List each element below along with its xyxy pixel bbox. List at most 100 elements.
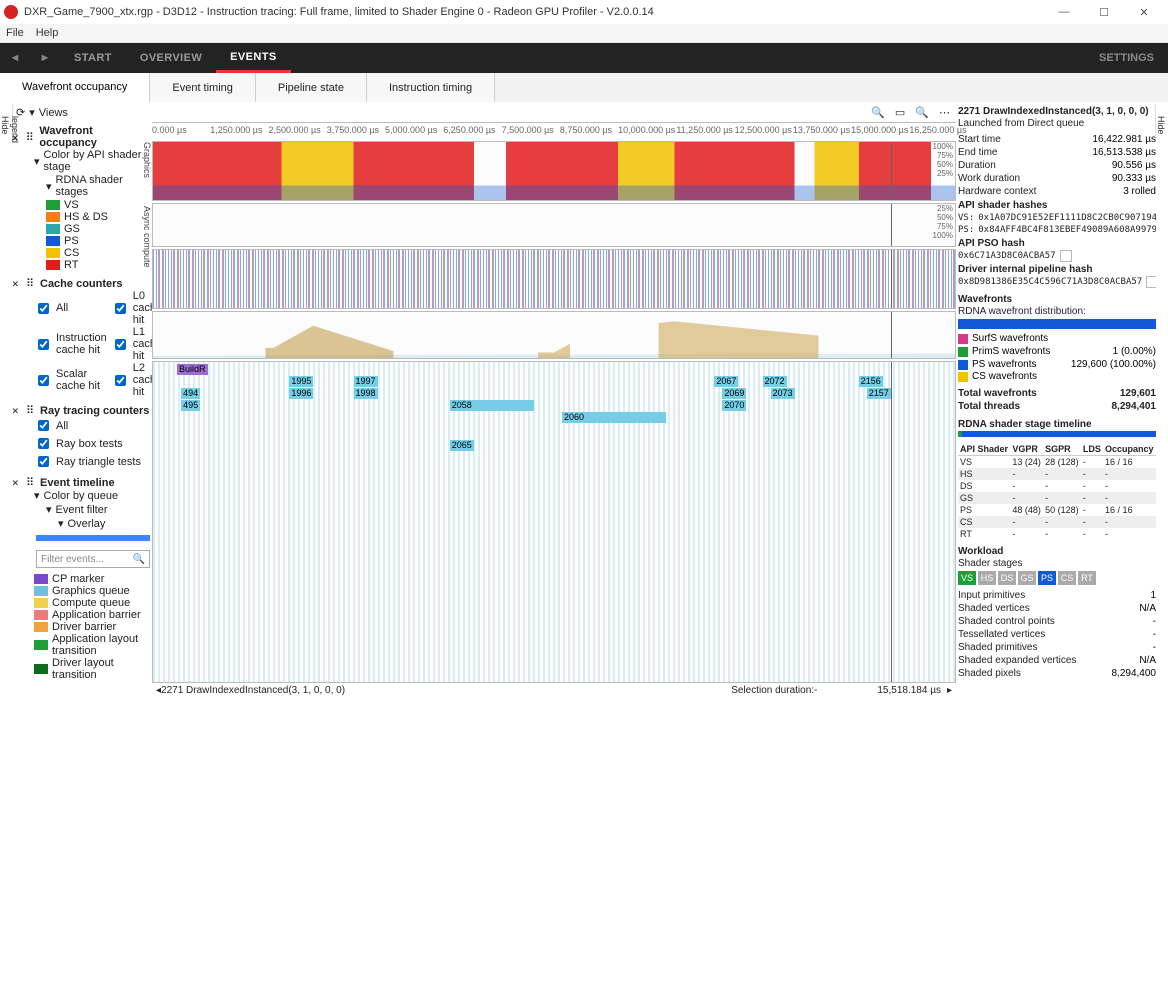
chevron-down-icon[interactable]: ▾	[34, 489, 40, 502]
event-id[interactable]: 2065	[450, 440, 474, 451]
status-time: 15,518.184 µs	[877, 685, 941, 699]
wl-val: -	[1153, 628, 1156, 641]
nav-settings[interactable]: SETTINGS	[1085, 43, 1168, 73]
occupancy-graphics-track[interactable]: 100%75%50%25%	[152, 141, 956, 201]
stage-badge[interactable]: GS	[1018, 571, 1036, 585]
drag-handle-icon[interactable]: ⠿	[26, 476, 36, 489]
close-section-icon[interactable]: ✕	[12, 404, 22, 417]
event-id[interactable]: 495	[181, 400, 200, 411]
cache-checkbox[interactable]	[38, 303, 49, 314]
cache-checkbox[interactable]	[115, 303, 126, 314]
stage-badge[interactable]: VS	[958, 571, 976, 585]
tot-key: Total wavefronts	[958, 387, 1037, 400]
event-id[interactable]: 2058	[450, 400, 534, 411]
event-id[interactable]: 2070	[722, 400, 746, 411]
tab-wavefront-occupancy[interactable]: Wavefront occupancy	[0, 73, 150, 103]
event-id[interactable]: 2156	[859, 376, 883, 387]
event-id[interactable]: 1998	[354, 388, 378, 399]
stage-swatch	[46, 212, 60, 222]
search-icon[interactable]: 🔍	[871, 106, 885, 119]
event-id[interactable]: 2073	[771, 388, 795, 399]
event-id[interactable]: 494	[181, 388, 200, 399]
ray-label: All	[56, 420, 68, 432]
wl-val: 8,294,400	[1112, 667, 1157, 680]
event-id[interactable]: 1996	[289, 388, 313, 399]
stage-badge[interactable]: HS	[978, 571, 996, 585]
event-filter[interactable]: Event filter	[56, 504, 108, 516]
ray-checkbox[interactable]	[38, 456, 49, 467]
drag-handle-icon[interactable]: ⠿	[26, 131, 36, 144]
cache-track[interactable]	[152, 249, 956, 309]
hash-val: 0x84AFF4BC4F813EBEF49089A608A99797	[978, 225, 1156, 235]
tab-instruction-timing[interactable]: Instruction timing	[367, 73, 495, 103]
minimize-button[interactable]: —	[1044, 1, 1084, 23]
timing-key: Work duration	[958, 172, 1020, 185]
close-button[interactable]: ✕	[1124, 1, 1164, 23]
ray-track[interactable]	[152, 311, 956, 359]
drag-handle-icon[interactable]: ⠿	[26, 404, 36, 417]
copy-icon[interactable]	[1060, 250, 1072, 262]
copy-icon[interactable]	[1146, 276, 1156, 288]
ray-checkbox[interactable]	[38, 438, 49, 449]
overlay[interactable]: Overlay	[68, 518, 106, 530]
cache-checkbox[interactable]	[38, 375, 49, 386]
menu-help[interactable]: Help	[36, 27, 59, 39]
nav-forward[interactable]: ►	[30, 43, 60, 73]
select-tool-icon[interactable]: ▭	[895, 106, 905, 119]
filter-events-input[interactable]: Filter events... 🔍	[36, 550, 150, 568]
cp-marker[interactable]: BuildR	[177, 364, 208, 375]
hash-key: VS:	[958, 213, 974, 223]
occupancy-async-track[interactable]: 25%50%75%100%	[152, 203, 956, 247]
nav-start[interactable]: START	[60, 43, 126, 73]
legend-swatch	[34, 664, 48, 674]
maximize-button[interactable]: ☐	[1084, 1, 1124, 23]
table-cell: -	[1103, 492, 1156, 504]
nav-events[interactable]: EVENTS	[216, 43, 290, 73]
views-dropdown-icon[interactable]: ▾	[29, 106, 35, 119]
chevron-down-icon[interactable]: ▾	[46, 503, 52, 516]
event-id[interactable]: 1997	[354, 376, 378, 387]
app-icon	[4, 5, 18, 19]
event-id[interactable]: 2157	[867, 388, 891, 399]
color-by-api[interactable]: Color by API shader stage	[44, 149, 152, 173]
tab-event-timing[interactable]: Event timing	[150, 73, 256, 103]
stage-badge[interactable]: PS	[1038, 571, 1056, 585]
rdna-shader-stages[interactable]: RDNA shader stages	[56, 174, 152, 198]
event-id[interactable]: 2067	[714, 376, 738, 387]
time-ruler[interactable]: 0.000 µs1,250.000 µs2,500.000 µs3,750.00…	[152, 122, 956, 141]
nav-overview[interactable]: OVERVIEW	[126, 43, 216, 73]
nav-back[interactable]: ◄	[0, 43, 30, 73]
close-section-icon[interactable]: ✕	[12, 476, 22, 489]
dist-label: CS wavefronts	[972, 371, 1037, 383]
event-timeline-track[interactable]: BuildR 1995 1997 2067 2072 2156 494 1996…	[152, 361, 956, 683]
more-icon[interactable]: ⋯	[939, 106, 950, 119]
color-by-queue[interactable]: Color by queue	[44, 490, 119, 502]
views-refresh-icon[interactable]: ⟳	[16, 106, 25, 119]
tab-pipeline-state[interactable]: Pipeline state	[256, 73, 367, 103]
cache-checkbox[interactable]	[38, 339, 49, 350]
chevron-down-icon[interactable]: ▾	[46, 180, 52, 193]
stage-badge[interactable]: CS	[1058, 571, 1076, 585]
zoom-tool-icon[interactable]: 🔍	[915, 106, 929, 119]
overlay-slider[interactable]	[36, 535, 150, 541]
scroll-right-icon[interactable]: ▸	[947, 685, 952, 699]
stage-badge[interactable]: DS	[998, 571, 1016, 585]
event-id[interactable]: 1995	[289, 376, 313, 387]
close-section-icon[interactable]: ✕	[12, 131, 22, 144]
event-id[interactable]: 2072	[763, 376, 787, 387]
hide-details-toggle[interactable]: Hide details	[1155, 104, 1168, 138]
chevron-down-icon[interactable]: ▾	[34, 155, 40, 168]
chevron-down-icon[interactable]: ▾	[58, 517, 64, 530]
wl-key: Input primitives	[958, 589, 1025, 602]
driver-hash-title: Driver internal pipeline hash	[958, 264, 1156, 275]
close-section-icon[interactable]: ✕	[12, 277, 22, 290]
event-id[interactable]: 2069	[722, 388, 746, 399]
ray-checkbox[interactable]	[38, 420, 49, 431]
drag-handle-icon[interactable]: ⠿	[26, 277, 36, 290]
menu-file[interactable]: File	[6, 27, 24, 39]
cache-checkbox[interactable]	[115, 375, 126, 386]
cache-checkbox[interactable]	[115, 339, 126, 350]
pso-hash: 0x6C71A3D8C0ACBA57	[958, 251, 1056, 261]
event-id[interactable]: 2060	[562, 412, 666, 423]
stage-badge[interactable]: RT	[1078, 571, 1096, 585]
